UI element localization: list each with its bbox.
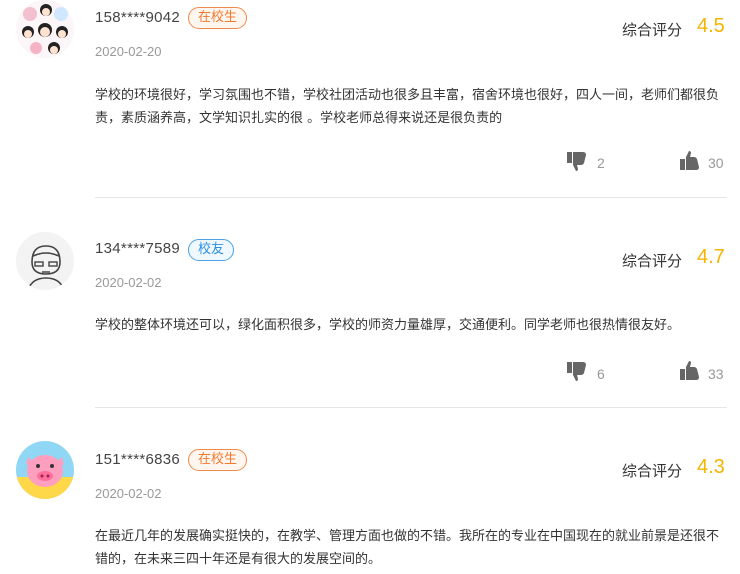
like-count: 33 <box>708 366 724 382</box>
score-value: 4.7 <box>697 246 725 268</box>
avatar[interactable] <box>16 0 74 58</box>
status-badge: 在校生 <box>188 449 248 471</box>
avatar[interactable] <box>16 441 74 499</box>
thumbs-up-icon[interactable] <box>679 360 701 382</box>
like-count: 30 <box>708 155 724 171</box>
divider <box>95 407 727 408</box>
dislike-count: 2 <box>597 155 605 171</box>
score-value: 4.5 <box>697 15 725 37</box>
review-date: 2020-02-02 <box>95 275 162 290</box>
status-badge: 在校生 <box>188 7 248 29</box>
review-content: 学校的整体环境还可以，绿化面积很多，学校的师资力量雄厚，交通便利。同学老师也很热… <box>95 318 681 333</box>
avatar-line-face-icon <box>16 232 74 290</box>
thumbs-up-icon[interactable] <box>679 150 701 172</box>
username: 158****9042 <box>95 9 181 26</box>
avatar-pink-pig-icon <box>16 441 74 499</box>
score-label: 综合评分 <box>622 252 683 270</box>
score-label: 综合评分 <box>622 21 683 39</box>
dislike-count: 6 <box>597 366 605 382</box>
divider <box>95 197 727 198</box>
score-label: 综合评分 <box>622 462 683 480</box>
thumbs-down-icon[interactable] <box>566 150 588 172</box>
avatar[interactable] <box>16 232 74 290</box>
review-content: 学校的环境很好，学习氛围也不错，学校社团活动也很多且丰富，宿舍环境也很好，四人一… <box>95 88 720 126</box>
review-content: 在最近几年的发展确实挺快的，在教学、管理方面也做的不错。我所在的专业在中国现在的… <box>95 529 720 567</box>
thumbs-down-icon[interactable] <box>566 360 588 382</box>
score-value: 4.3 <box>697 456 725 478</box>
status-badge: 校友 <box>188 239 235 261</box>
review-date: 2020-02-20 <box>95 44 162 59</box>
avatar-cartoon-faces-icon <box>16 0 74 58</box>
username: 134****7589 <box>95 240 181 257</box>
username: 151****6836 <box>95 451 181 468</box>
review-date: 2020-02-02 <box>95 486 162 501</box>
